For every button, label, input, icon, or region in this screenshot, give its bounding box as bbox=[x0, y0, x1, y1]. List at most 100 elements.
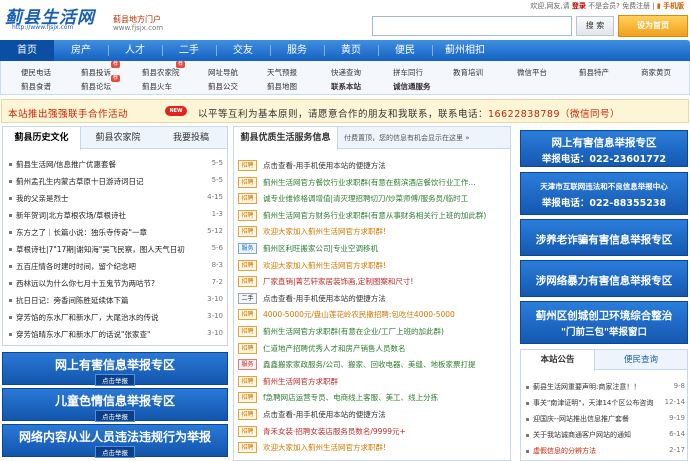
list-item[interactable]: 迎国庆--网站推出信息推广套餐 9-19 bbox=[525, 414, 685, 426]
service-item[interactable]: 招聘 f急聘网店运营专员、电商线上客服、美工、线上分拣 bbox=[238, 391, 508, 405]
service-item[interactable]: 服务 蓟州区利旺搬家公司|专业空调移机 bbox=[238, 242, 508, 256]
list-item[interactable]: 关于我站诚商通客户网站的通知 6-14 bbox=[525, 430, 685, 442]
right-banner-elderly[interactable]: 涉养老诈骗有害信息举报专区 bbox=[520, 219, 688, 256]
subnav-specialty[interactable]: 蓟县特产 bbox=[579, 67, 609, 78]
right-banner-harmful[interactable]: 网上有害信息举报专区 举报电话：022-23601772 bbox=[520, 130, 688, 167]
service-item[interactable]: 二手 点击查看-用手机使用本站的便捷方法 bbox=[238, 292, 508, 306]
item-title[interactable]: 西林远以为什么你七月十五鬼节为两咕节? bbox=[16, 278, 155, 289]
service-item[interactable]: 招聘 点击查看-用手机使用本站的便捷方法 bbox=[238, 159, 508, 173]
category-tag[interactable]: 二手 bbox=[238, 292, 257, 304]
item-title[interactable]: 蓟县生活网/信息推广优惠套餐 bbox=[16, 159, 116, 170]
list-item[interactable]: 事关"南津证明"，天津14个区公布咨询 12-14 bbox=[525, 398, 685, 410]
service-item[interactable]: 招聘 诚专业维修格调增值|清灭理招聘切刀/炒菜师傅/服务员/临时工 bbox=[238, 192, 508, 206]
service-title[interactable]: 4000-5000元/盘山莲花岭农民撒招聘:包吃住4000-5000 bbox=[263, 309, 455, 320]
category-tag[interactable]: 招聘 bbox=[238, 342, 257, 354]
subnav-wechat[interactable]: 微信平台 bbox=[517, 67, 547, 78]
tab-submit[interactable]: 我要投稿 bbox=[155, 127, 227, 149]
subnav-train[interactable]: 蓟县火车 bbox=[142, 81, 172, 92]
service-title[interactable]: 点击查看-用手机使用本站的便捷方法 bbox=[263, 293, 386, 304]
item-title[interactable]: 穿芳馅的东水厂和新水厂，大尾治水的传说 bbox=[16, 312, 159, 323]
report-banner-harmful[interactable]: 网上有害信息举报专区 点击举报 bbox=[2, 352, 228, 386]
list-item[interactable]: 西林远以为什么你七月十五鬼节为两咕节? 7-2 bbox=[8, 277, 223, 291]
item-title[interactable]: 草根诗社|7"17期|谢知海"吴飞民察，图人天气日初 bbox=[16, 244, 185, 255]
item-title[interactable]: 蓟县生活网重要声明:商家注意！！ bbox=[533, 382, 640, 392]
service-title[interactable]: 蓟州生活网官方求职群(有意在企业/工厂上班的加此群) bbox=[263, 326, 444, 337]
list-item[interactable]: 虚假信息的分辨方法 2-17 bbox=[525, 446, 685, 458]
service-title[interactable]: 青禾女装·招聘女装店服务员数名/9999元+ bbox=[263, 426, 406, 437]
item-title[interactable]: 迎国庆--网站推出信息推广套餐 bbox=[533, 414, 629, 424]
category-tag[interactable]: 招聘 bbox=[238, 425, 257, 437]
list-item[interactable]: 新年贺词|北方草根农场/草根诗社 1-3 bbox=[8, 209, 223, 223]
subnav-weather[interactable]: 天气预报 bbox=[267, 67, 297, 78]
service-title[interactable]: 鑫鑫搬家家政服务/公司、搬家、回收电器、美缝、地板家票打提 bbox=[263, 359, 476, 370]
search-button[interactable]: 搜 索 bbox=[576, 16, 614, 36]
report-button[interactable]: 点击举报 bbox=[95, 446, 135, 458]
service-item[interactable]: 招聘 蓟州生活网官方求职群(有意在企业/工厂上班的加此群) bbox=[238, 325, 508, 339]
service-title[interactable]: f急聘网店运营专员、电商线上客服、美工、线上分拣 bbox=[263, 392, 438, 403]
item-title[interactable]: 事关"南津证明"，天津14个区公布咨询 bbox=[533, 398, 653, 408]
service-title[interactable]: 厂家直销|菁艺轩家居装饰画,定制图案和尺寸! bbox=[263, 276, 413, 287]
category-tag[interactable]: 招聘 bbox=[238, 160, 257, 171]
service-item[interactable]: 招聘 蓟州生活网官方求职群 bbox=[238, 375, 508, 389]
item-title[interactable]: 穿芳馅晴东水厂和新水厂的话说"张家查" bbox=[16, 329, 150, 340]
report-banner-staff[interactable]: 网络内容从业人员违法违规行为举报 点击举报 bbox=[2, 424, 228, 458]
register-link[interactable]: 免费注册 bbox=[622, 2, 650, 10]
service-item[interactable]: 招聘 点击查看-用手机使用本站的便捷方法 bbox=[238, 408, 508, 422]
subnav-trust[interactable]: 诚信通服务 bbox=[393, 81, 431, 92]
item-title[interactable]: 抗日日记：旁香间陈胜延续体下篇 bbox=[16, 295, 129, 306]
service-title[interactable]: 点击查看-用手机使用本站的便捷方法 bbox=[263, 409, 386, 420]
subnav-complaint[interactable]: 蓟县投诉 bbox=[81, 67, 111, 78]
service-item[interactable]: 招聘 青禾女装·招聘女装店服务员数名/9999元+ bbox=[238, 425, 508, 439]
category-tag[interactable]: 招聘 bbox=[238, 176, 257, 188]
nav-jizhou[interactable]: 蓟州相扣 bbox=[432, 40, 498, 61]
service-title[interactable]: 诚专业维修格调增值|清灭理招聘切刀/炒菜师傅/服务员/临时工 bbox=[263, 193, 468, 204]
subnav-express[interactable]: 快递查询 bbox=[331, 67, 361, 78]
item-title[interactable]: 新年贺词|北方草根农场/草根诗社 bbox=[16, 210, 126, 221]
right-banner-tianjin[interactable]: 天津市互联网违法和不良信息举报中心 举报电话：022-88355238 bbox=[520, 172, 688, 215]
report-button[interactable]: 点击举报 bbox=[95, 374, 135, 386]
subnav-map[interactable]: 蓟县地图 bbox=[267, 81, 297, 92]
search-input[interactable] bbox=[372, 16, 572, 36]
nav-services[interactable]: 服务 bbox=[270, 40, 324, 61]
list-item[interactable]: 我的父亲是烈士 4-15 bbox=[8, 192, 223, 206]
nav-dating[interactable]: 交友 bbox=[216, 40, 270, 61]
tab-farmhouse[interactable]: 蓟县农家院 bbox=[81, 127, 155, 149]
nav-jobs[interactable]: 人才 bbox=[108, 40, 162, 61]
category-tag[interactable]: 招聘 bbox=[238, 442, 257, 454]
item-title[interactable]: 五百庄情各时建时时间，留个纪念吧 bbox=[16, 261, 136, 272]
list-item[interactable]: 东方之了｜长篇小说：独乐寺传奇"一章 5-12 bbox=[8, 226, 223, 240]
service-title[interactable]: 欢迎大家加入蓟州生活网官方求职群! bbox=[263, 442, 386, 453]
right-banner-jizhou[interactable]: 蓟州区创城创卫环境综合整治 "门前三包"举报窗口 bbox=[520, 301, 688, 344]
list-item[interactable]: 蓟县生活网重要声明:商家注意！！ 9-8 bbox=[525, 382, 685, 394]
subnav-education[interactable]: 教育培训 bbox=[453, 67, 483, 78]
login-link[interactable]: 登录 bbox=[572, 2, 586, 10]
category-tag[interactable]: 服务 bbox=[238, 243, 257, 254]
item-title[interactable]: 关于我站诚商通客户网站的通知 bbox=[533, 430, 631, 440]
nav-yellowpages[interactable]: 黄页 bbox=[324, 40, 378, 61]
service-item[interactable]: 招聘 厂家直销|菁艺轩家居装饰画,定制图案和尺寸! bbox=[238, 275, 508, 289]
service-item[interactable]: 招聘 欢迎大家加入蓟州生活网官方求职群! bbox=[238, 259, 508, 273]
service-item[interactable]: 招聘 4000-5000元/盘山莲花岭农民撒招聘:包吃住4000-5000 bbox=[238, 308, 508, 322]
subnav-forum[interactable]: 蓟县论坛 bbox=[81, 81, 111, 92]
nav-convenience[interactable]: 便民 bbox=[378, 40, 432, 61]
category-tag[interactable]: 招聘 bbox=[238, 276, 257, 288]
category-tag[interactable]: 招聘 bbox=[238, 392, 257, 404]
service-item[interactable]: 招聘 仁道地产招聘优秀人才和房产销售人员数名 bbox=[238, 342, 508, 356]
category-tag[interactable]: 招聘 bbox=[238, 409, 257, 420]
category-tag[interactable]: 招聘 bbox=[238, 309, 257, 321]
service-title[interactable]: 欢迎大家加入蓟州生活网官方求职群! bbox=[263, 226, 386, 237]
service-item[interactable]: 服务 鑫鑫搬家家政服务/公司、搬家、回收电器、美缝、地板家票打提 bbox=[238, 358, 508, 372]
subnav-bus[interactable]: 蓟县公交 bbox=[208, 81, 238, 92]
subnav-business[interactable]: 商家黄页 bbox=[641, 67, 671, 78]
report-banner-child[interactable]: 儿童色情信息举报专区 点击举报 bbox=[2, 388, 228, 422]
subnav-phone[interactable]: 便民电话 bbox=[21, 67, 51, 78]
item-title[interactable]: 虚假信息的分辨方法 bbox=[533, 446, 596, 456]
item-title[interactable]: 我的父亲是烈士 bbox=[16, 193, 69, 204]
service-title[interactable]: 蓟州生活网官方求职群 bbox=[263, 376, 338, 387]
paid-top-hint[interactable]: 付费置顶，您的信息有机会显示在这里 » bbox=[344, 133, 470, 143]
category-tag[interactable]: 服务 bbox=[238, 359, 257, 371]
list-item[interactable]: 抗日日记：旁香间陈胜延续体下篇 3-10 bbox=[8, 294, 223, 308]
nav-house[interactable]: 房产 bbox=[54, 40, 108, 61]
service-item[interactable]: 招聘 欢迎大家加入蓟州生活网官方求职群! bbox=[238, 441, 508, 455]
category-tag[interactable]: 招聘 bbox=[238, 193, 257, 205]
